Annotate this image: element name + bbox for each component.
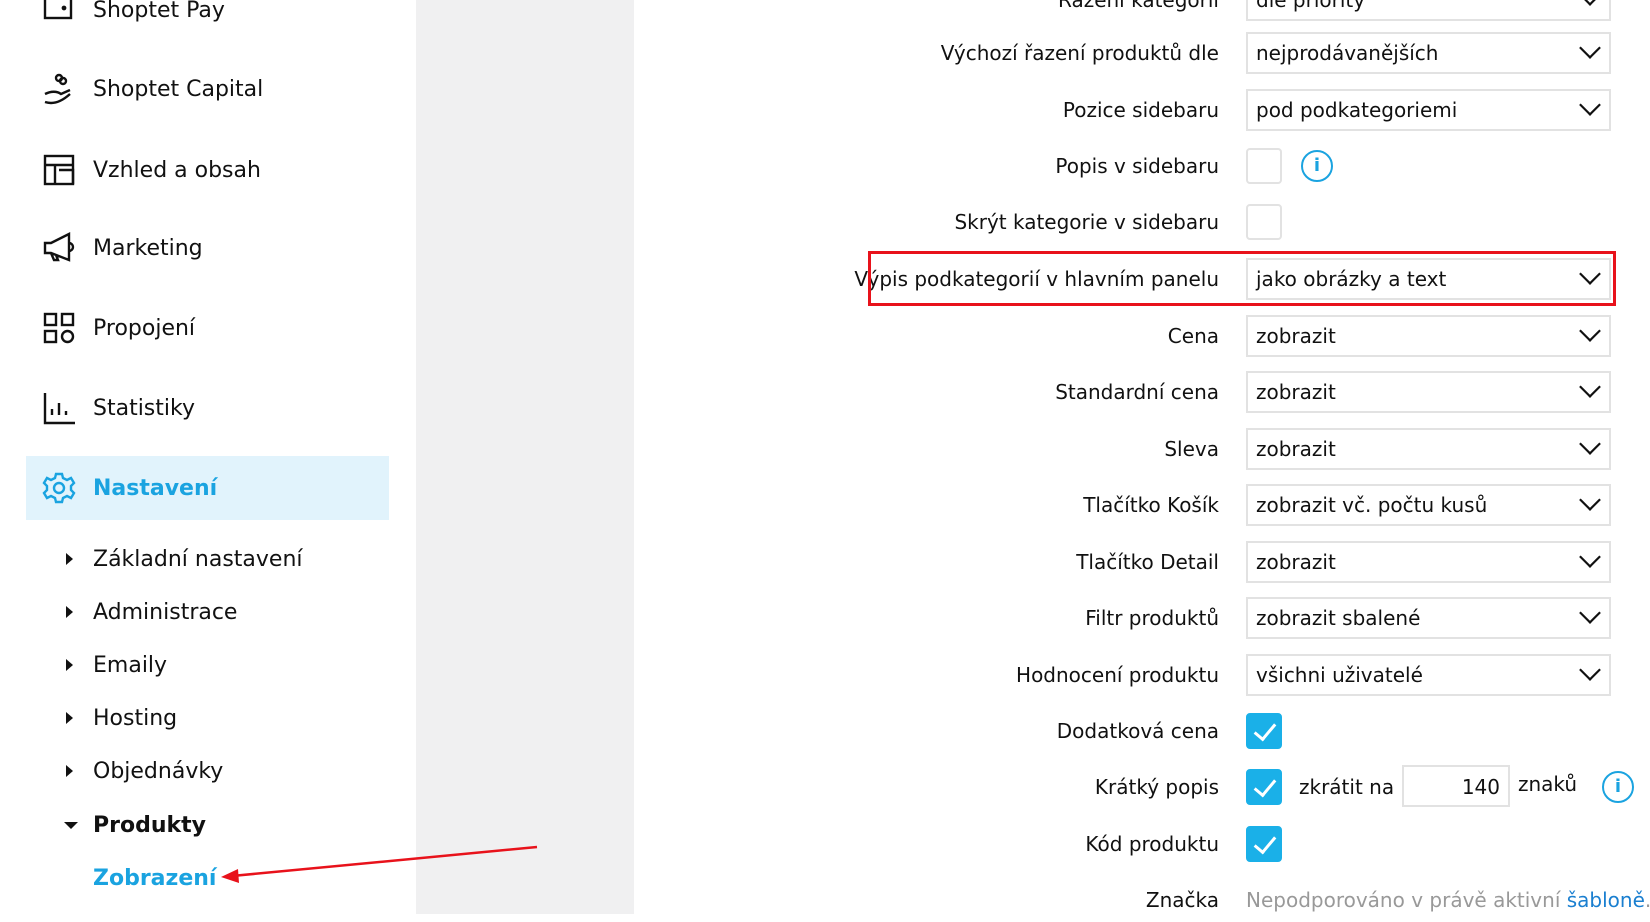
- arrow-annotation: [221, 845, 538, 883]
